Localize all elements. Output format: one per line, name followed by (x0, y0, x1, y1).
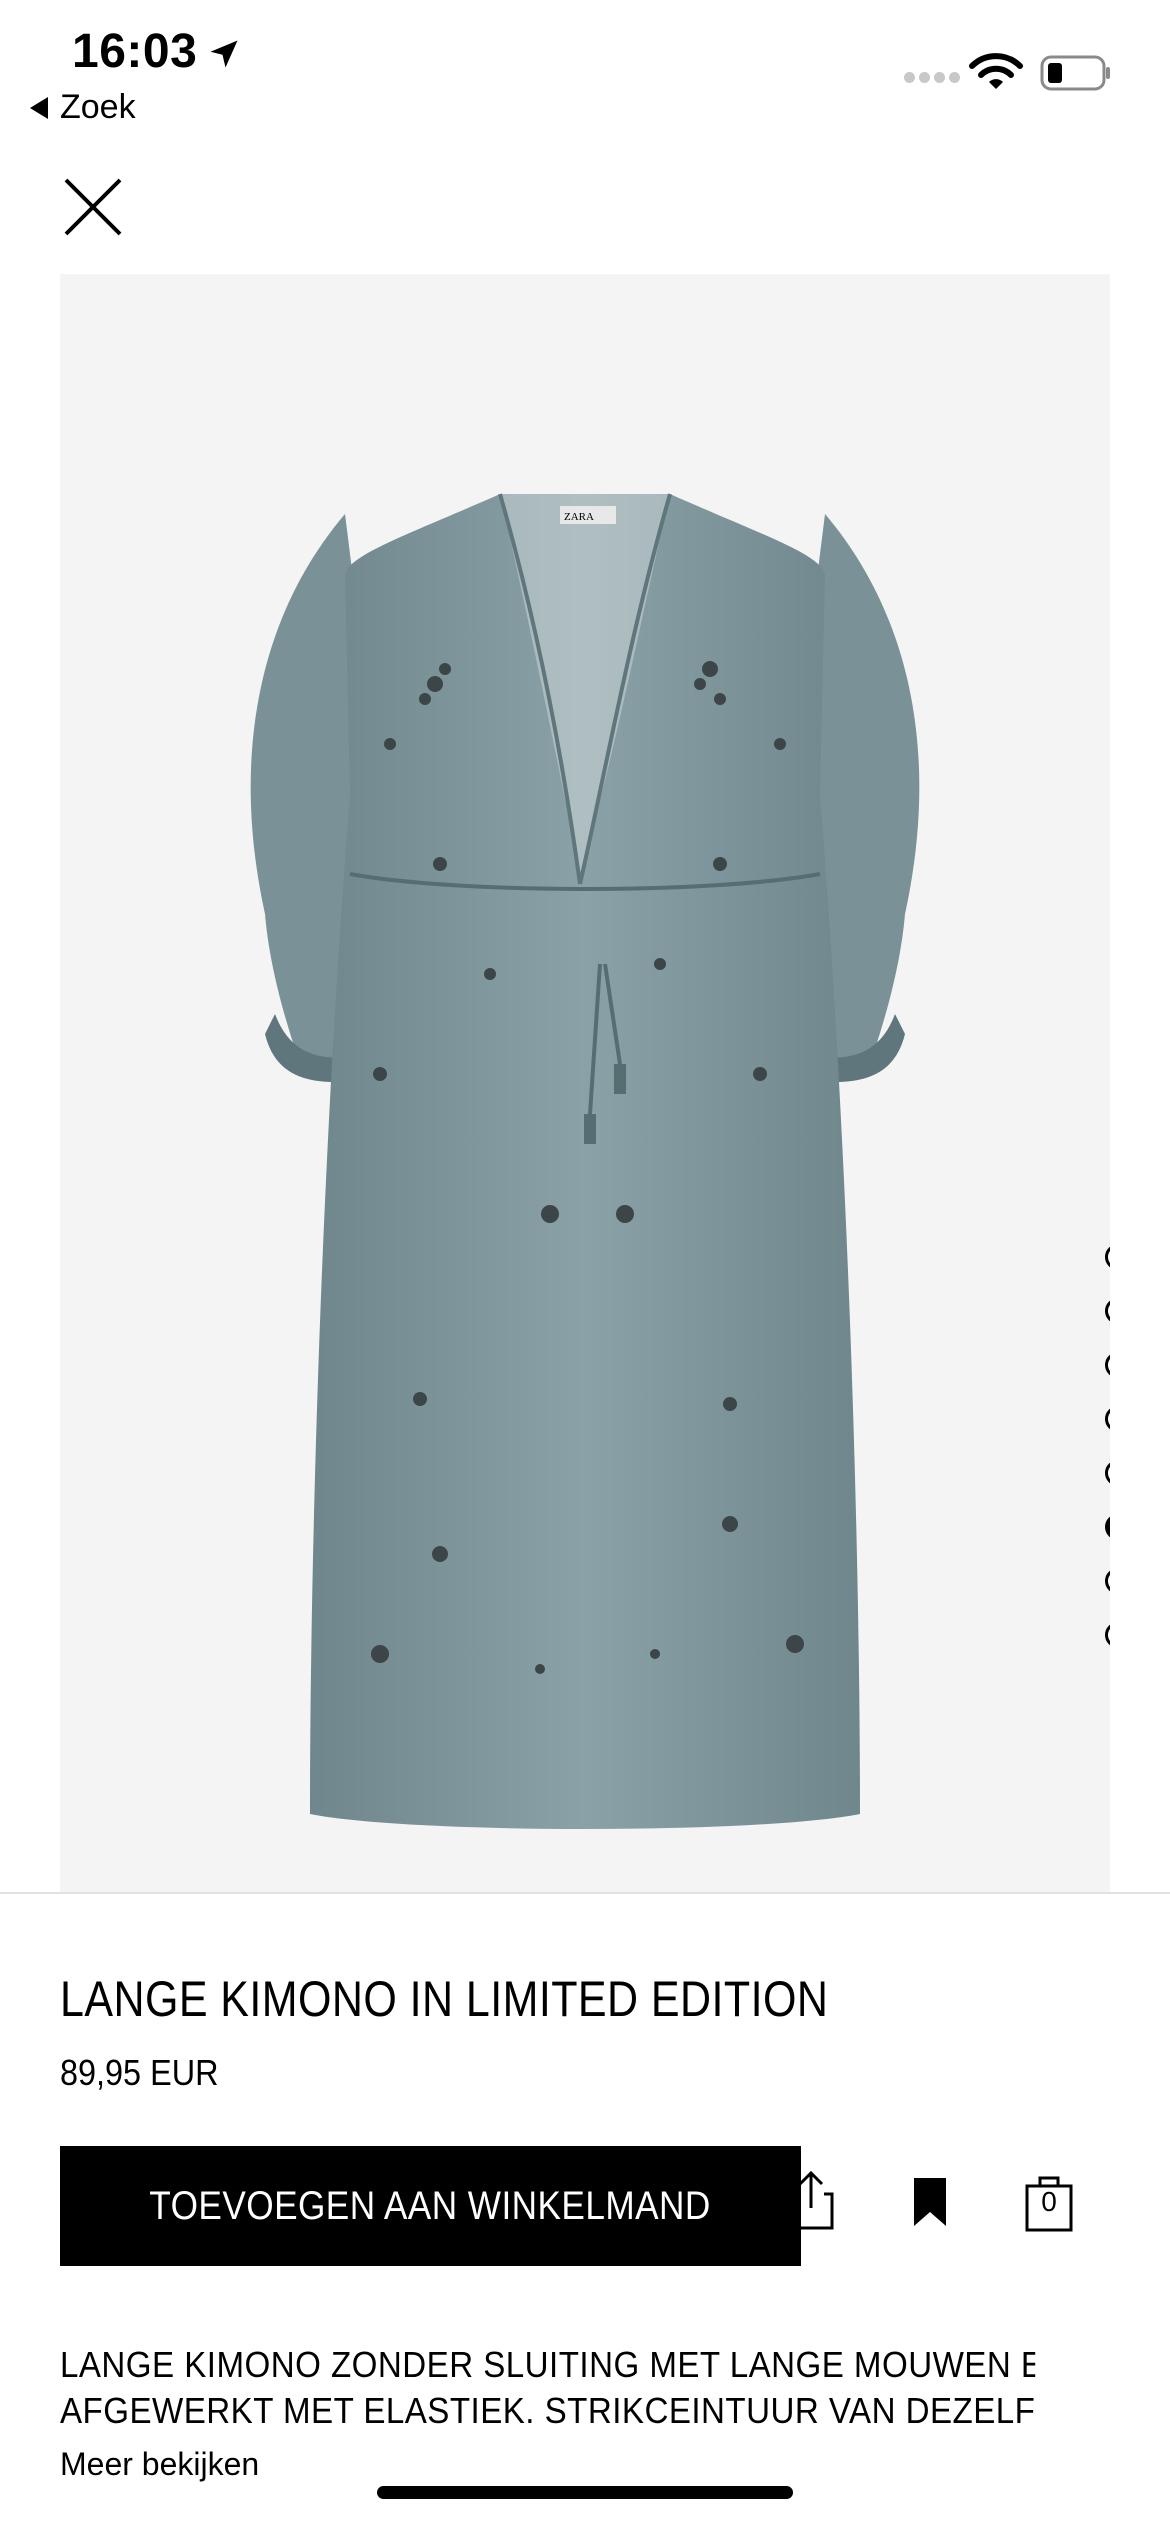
wifi-icon (969, 53, 1023, 89)
gallery-dot[interactable] (1105, 1298, 1110, 1324)
gallery-dot-active[interactable] (1105, 1514, 1110, 1540)
add-to-cart-button[interactable]: TOEVOEGEN AAN WINKELMAND (60, 2146, 801, 2266)
divider (0, 1892, 1170, 1894)
product-description: LANGE KIMONO ZONDER SLUITING MET LANGE M… (60, 2342, 1120, 2434)
description-line: AFGEWERKT MET ELASTIEK. STRIKCEINTUUR VA… (60, 2390, 1036, 2431)
product-image-gallery[interactable]: ZARA (60, 274, 1110, 1892)
back-triangle-icon (30, 96, 48, 119)
gallery-dot[interactable] (1105, 1460, 1110, 1486)
gallery-dot[interactable] (1105, 1568, 1110, 1594)
gallery-dot[interactable] (1105, 1622, 1110, 1648)
gallery-dot[interactable] (1105, 1352, 1110, 1378)
status-time: 16:03 (72, 25, 198, 78)
back-label: Zoek (60, 88, 136, 126)
cellular-signal-icon (904, 70, 960, 84)
product-image: ZARA (250, 493, 920, 1829)
bookmark-icon[interactable] (912, 2176, 948, 2228)
product-title: LANGE KIMONO IN LIMITED EDITION (60, 1971, 829, 2027)
gallery-dot[interactable] (1105, 1406, 1110, 1432)
product-price: 89,95 EUR (60, 2052, 219, 2093)
battery-icon (1040, 55, 1110, 91)
status-bar: 16:03 Zoek (0, 0, 1170, 135)
gallery-pagination (1105, 1244, 1110, 1676)
see-more-link[interactable]: Meer bekijken (60, 2446, 259, 2483)
location-arrow-icon (210, 40, 238, 68)
add-to-cart-label: TOEVOEGEN AAN WINKELMAND (149, 2183, 712, 2228)
close-icon[interactable] (62, 176, 124, 238)
description-line: LANGE KIMONO ZONDER SLUITING MET LANGE M… (60, 2344, 1036, 2385)
share-icon[interactable] (786, 2170, 836, 2232)
gallery-dot[interactable] (1105, 1244, 1110, 1270)
garment-brand-label: ZARA (564, 511, 594, 523)
home-indicator (377, 2486, 793, 2499)
cart-count: 0 (1041, 2186, 1057, 2217)
back-to-search-link[interactable]: Zoek (30, 88, 136, 127)
